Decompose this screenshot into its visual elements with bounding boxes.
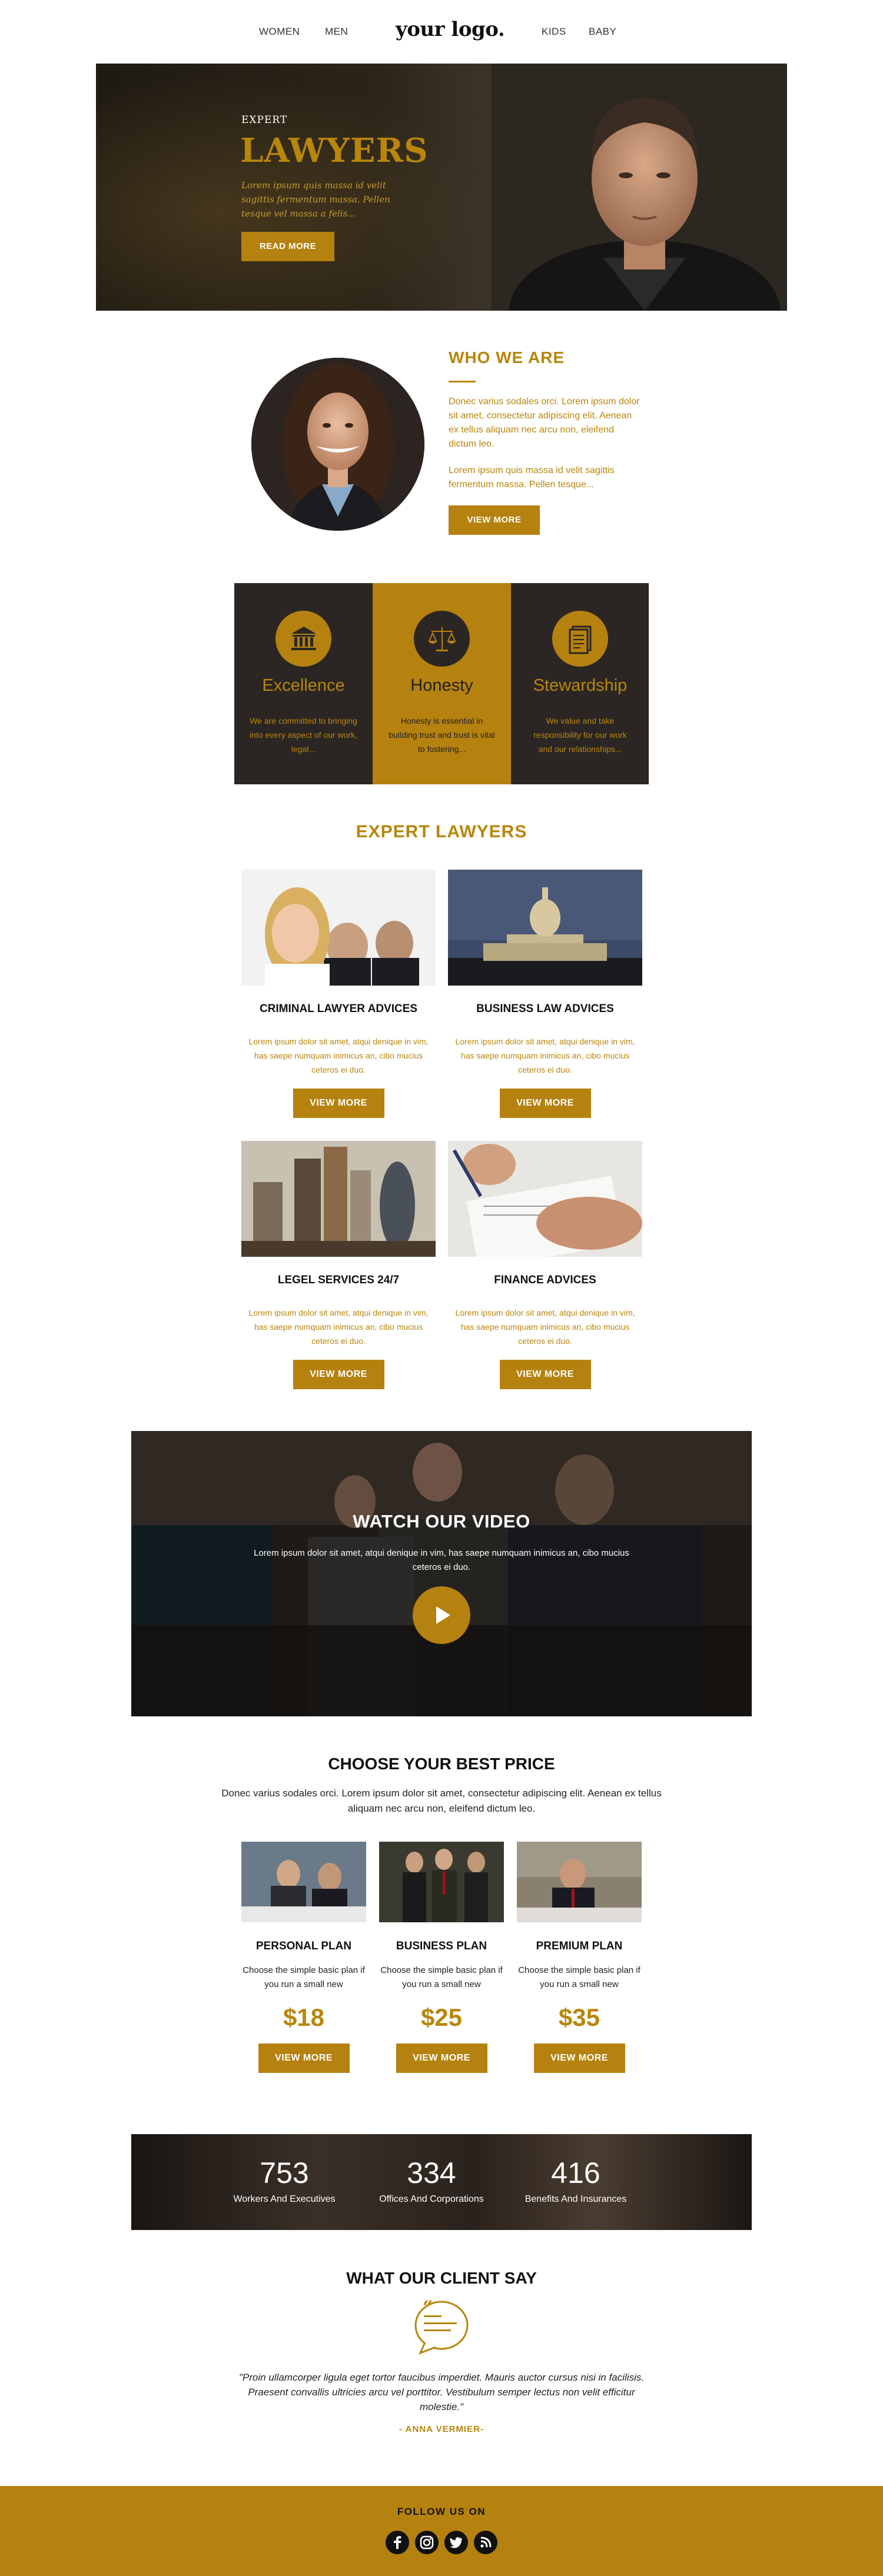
plan-view-more-button[interactable]: VIEW MORE (396, 2044, 487, 2073)
value-text: We are committed to bringing into every … (250, 716, 357, 754)
hero-text: Lorem ipsum quis massa id velit sagittis… (241, 180, 390, 219)
title-divider (449, 381, 476, 382)
card-view-more-button[interactable]: VIEW MORE (293, 1089, 384, 1118)
document-icon (552, 611, 608, 667)
testimonial-quote: "Proin ullamcorper ligula eget tortor fa… (238, 2372, 645, 2412)
hero-title: LAWYERS (240, 131, 429, 170)
plan-photo (517, 1842, 642, 1922)
capitol-photo (448, 870, 642, 986)
stat-label: Benefits And Insurances (525, 2194, 627, 2204)
site-header: WOMEN MEN your logo. KIDS BABY (0, 0, 883, 64)
follow-us-label: FOLLOW US ON (397, 2506, 486, 2517)
video-text: Lorem ipsum dolor sit amet, atqui deniqu… (254, 1548, 629, 1572)
rss-icon[interactable] (474, 2531, 497, 2554)
stat-workers: 753 Workers And Executives (231, 2156, 337, 2205)
value-title: Stewardship (533, 676, 628, 695)
read-more-button[interactable]: READ MORE (241, 232, 334, 261)
hero-kicker: EXPERT (241, 114, 288, 126)
bank-icon (275, 611, 331, 667)
testimonial-title: WHAT OUR CLIENT SAY (346, 2269, 537, 2287)
plan-view-more-button[interactable]: VIEW MORE (258, 2044, 350, 2073)
values-section: Excellence We are committed to bringing … (234, 583, 649, 784)
stat-offices: 334 Offices And Corporations (373, 2156, 490, 2205)
facebook-icon[interactable] (386, 2531, 409, 2554)
quote-bubble-icon: “ (414, 2299, 469, 2355)
card-text: Lorem ipsum dolor sit amet, atqui deniqu… (455, 1037, 635, 1074)
value-text: Honesty is essential in building trust a… (389, 716, 495, 754)
testimonial-author: - ANNA VERMIER- (399, 2424, 484, 2434)
who-we-are-title: WHO WE ARE (449, 348, 565, 367)
site-logo[interactable]: your logo. (396, 18, 505, 41)
expert-lawyers-title: EXPERT LAWYERS (356, 822, 527, 841)
plan-business: BUSINESS PLAN Choose the simple basic pl… (379, 1842, 504, 2073)
team-photo (241, 870, 436, 986)
stat-value: 753 (260, 2156, 309, 2189)
stat-benefits: 416 Benefits And Insurances (517, 2156, 635, 2205)
plan-name: BUSINESS PLAN (396, 1940, 487, 1952)
plan-description: Choose the simple basic plan if you run … (518, 1965, 640, 1989)
plan-price: $18 (283, 2003, 325, 2031)
plan-price: $35 (558, 2003, 600, 2031)
stat-value: 334 (407, 2156, 456, 2189)
service-card-legal-services: LEGEL SERVICES 24/7 Lorem ipsum dolor si… (241, 1141, 436, 1389)
who-we-are-paragraph-1: Donec varius sodales orci. Lorem ipsum d… (449, 397, 640, 449)
stat-label: Offices And Corporations (379, 2194, 484, 2204)
card-text: Lorem ipsum dolor sit amet, atqui deniqu… (248, 1308, 429, 1346)
stats-banner: 753 Workers And Executives 334 Offices A… (131, 2134, 752, 2230)
scales-icon (414, 611, 470, 667)
plan-name: PERSONAL PLAN (255, 1940, 352, 1952)
value-title: Honesty (410, 676, 473, 695)
play-button[interactable] (413, 1586, 470, 1644)
card-title: FINANCE ADVICES (494, 1274, 596, 1286)
value-text: We value and take responsibility for our… (533, 716, 627, 754)
svg-text:“: “ (423, 2299, 433, 2318)
plan-personal: PERSONAL PLAN Choose the simple basic pl… (241, 1842, 366, 2073)
plan-premium: PREMIUM PLAN Choose the simple basic pla… (517, 1842, 642, 2073)
instagram-icon[interactable] (415, 2531, 439, 2554)
play-icon (436, 1606, 450, 1624)
value-title: Excellence (262, 676, 345, 695)
card-title: CRIMINAL LAWYER ADVICES (259, 1003, 418, 1015)
card-view-more-button[interactable]: VIEW MORE (499, 1360, 591, 1389)
skyline-photo (241, 1141, 436, 1257)
service-card-criminal: CRIMINAL LAWYER ADVICES Lorem ipsum dolo… (241, 870, 436, 1118)
pricing-subtitle: Donec varius sodales orci. Lorem ipsum d… (221, 1788, 662, 1814)
plan-price: $25 (420, 2003, 463, 2031)
nav-item-men[interactable]: MEN (325, 26, 348, 38)
hero-banner: EXPERT LAWYERS Lorem ipsum quis massa id… (96, 64, 787, 311)
value-card-excellence: Excellence We are committed to bringing … (234, 583, 373, 784)
nav-item-kids[interactable]: KIDS (542, 26, 566, 38)
who-view-more-button[interactable]: VIEW MORE (449, 505, 540, 535)
card-title: BUSINESS LAW ADVICES (476, 1003, 614, 1015)
video-title: WATCH OUR VIDEO (353, 1511, 530, 1532)
video-section: WATCH OUR VIDEO Lorem ipsum dolor sit am… (131, 1431, 752, 1716)
stat-value: 416 (551, 2156, 600, 2189)
service-card-business-law: BUSINESS LAW ADVICES Lorem ipsum dolor s… (448, 870, 642, 1118)
hero-lawyer-photo (492, 64, 787, 311)
card-title: LEGEL SERVICES 24/7 (277, 1274, 400, 1286)
service-card-finance: FINANCE ADVICES Lorem ipsum dolor sit am… (448, 1141, 642, 1389)
nav-item-women[interactable]: WOMEN (259, 26, 300, 38)
card-text: Lorem ipsum dolor sit amet, atqui deniqu… (248, 1037, 429, 1074)
card-view-more-button[interactable]: VIEW MORE (499, 1089, 591, 1118)
plan-description: Choose the simple basic plan if you run … (243, 1965, 365, 1989)
plan-photo (241, 1842, 366, 1922)
plan-view-more-button[interactable]: VIEW MORE (533, 2044, 625, 2073)
value-card-honesty: Honesty Honesty is essential in building… (373, 583, 511, 784)
signing-photo (448, 1141, 642, 1269)
plan-name: PREMIUM PLAN (536, 1940, 623, 1952)
value-card-stewardship: Stewardship We value and take responsibi… (511, 583, 649, 784)
card-view-more-button[interactable]: VIEW MORE (293, 1360, 384, 1389)
who-we-are-paragraph-2: Lorem ipsum quis massa id velit sagittis… (449, 465, 615, 490)
nav-item-baby[interactable]: BABY (589, 26, 616, 38)
stat-label: Workers And Executives (233, 2194, 336, 2204)
plan-description: Choose the simple basic plan if you run … (380, 1965, 503, 1989)
card-text: Lorem ipsum dolor sit amet, atqui deniqu… (455, 1308, 635, 1346)
twitter-icon[interactable] (444, 2531, 468, 2554)
plan-photo (379, 1842, 504, 1922)
who-we-are-photo (251, 358, 424, 531)
pricing-title: CHOOSE YOUR BEST PRICE (328, 1755, 555, 1773)
site-footer: FOLLOW US ON (0, 2486, 883, 2576)
